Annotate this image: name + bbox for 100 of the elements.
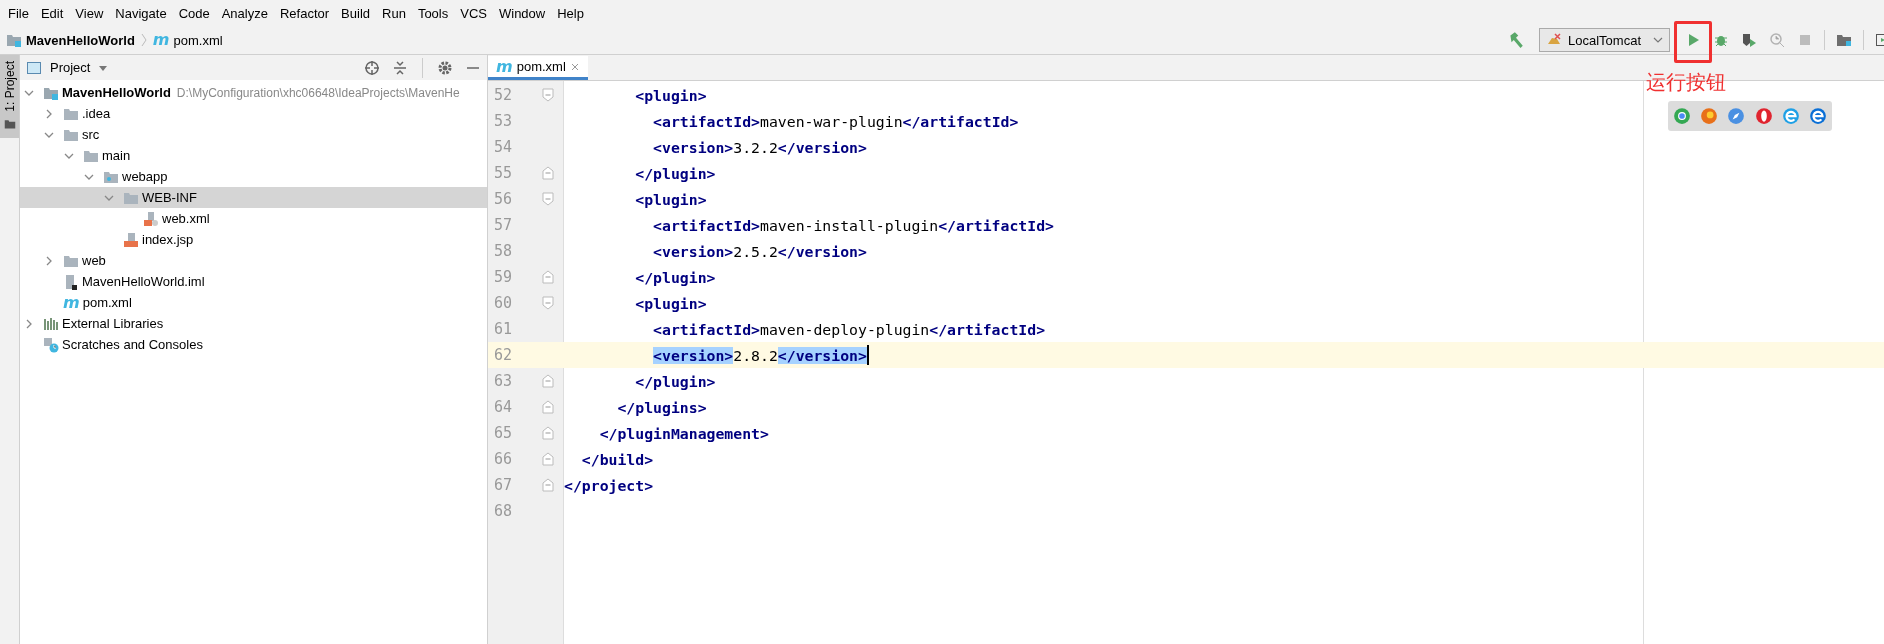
menu-item[interactable]: Run — [376, 5, 412, 21]
fold-marker-icon[interactable] — [542, 426, 554, 440]
firefox-icon[interactable] — [1700, 107, 1718, 125]
xml-tag: <version> — [653, 242, 734, 260]
ie-icon[interactable] — [1781, 107, 1800, 125]
fold-marker-icon[interactable] — [542, 88, 554, 102]
line-number: 60 — [493, 294, 514, 312]
xml-file-icon — [143, 210, 159, 227]
xml-tag: </plugin> — [635, 372, 716, 390]
xml-tag: <artifactId> — [653, 216, 760, 234]
file-icon — [63, 273, 79, 290]
tree-item[interactable]: .idea — [20, 103, 487, 124]
line-number: 65 — [493, 424, 514, 442]
xml-tag: <plugin> — [635, 294, 707, 312]
tree-item[interactable]: src — [20, 124, 487, 145]
folder-icon — [3, 117, 16, 130]
menu-item[interactable]: Edit — [34, 5, 70, 21]
tree-item[interactable]: main — [20, 145, 487, 166]
line-number: 53 — [493, 112, 514, 130]
caret-icon — [1653, 37, 1663, 43]
fold-marker-icon[interactable] — [542, 452, 554, 466]
module-folder-icon — [6, 32, 22, 48]
maven-file-icon: m — [152, 33, 170, 47]
edge-icon[interactable] — [1809, 107, 1828, 125]
menu-item[interactable]: Help — [551, 5, 590, 21]
fold-marker-icon[interactable] — [542, 166, 554, 180]
maven-file-icon: m — [63, 295, 80, 310]
project-view-icon — [26, 59, 42, 76]
line-number: 59 — [493, 268, 514, 286]
menu-item[interactable]: Tools — [411, 5, 455, 21]
xml-tag: </pluginManagement> — [599, 424, 769, 442]
xml-tag: </plugin> — [635, 268, 716, 286]
xml-tag: </version> — [777, 346, 867, 364]
menu-item[interactable]: VCS — [454, 5, 493, 21]
tree-item[interactable]: Scratches and Consoles — [20, 334, 487, 355]
compass-icon[interactable] — [1727, 107, 1746, 125]
collapse-all-icon[interactable] — [392, 59, 408, 76]
menu-item[interactable]: Refactor — [273, 5, 336, 21]
fold-marker-icon[interactable] — [542, 296, 554, 310]
editor-tab[interactable]: m pom.xml — [488, 56, 588, 80]
xml-tag: </project> — [564, 476, 654, 494]
menu-item[interactable]: View — [69, 5, 110, 21]
tree-item[interactable]: MavenHelloWorld D:\MyConfiguration\xhc06648\IdeaProjects\MavenHe — [20, 82, 487, 103]
tree-item[interactable]: web — [20, 250, 487, 271]
menu-item[interactable]: File — [2, 5, 35, 21]
project-tool-tab[interactable]: 1: Project — [0, 55, 19, 138]
line-number: 56 — [493, 190, 514, 208]
line-number: 58 — [493, 242, 514, 260]
xml-value: 2.5.2 — [733, 242, 778, 260]
hammer-icon[interactable] — [1507, 31, 1525, 49]
xml-value: maven-install-plugin — [760, 216, 939, 234]
fold-marker-icon[interactable] — [542, 374, 554, 388]
xml-tag: </artifactId> — [929, 320, 1046, 338]
line-number: 63 — [493, 372, 514, 390]
text-cursor — [866, 345, 869, 365]
tree-item[interactable]: webapp — [20, 166, 487, 187]
tree-item[interactable]: index.jsp — [20, 229, 487, 250]
xml-tag: </artifactId> — [902, 112, 1019, 130]
chrome-icon[interactable] — [1672, 107, 1691, 125]
menu-item[interactable]: Code — [172, 5, 216, 21]
path-text: D:\MyConfiguration\xhc06648\IdeaProjects\MavenHe — [176, 85, 460, 100]
menu-item[interactable]: Window — [492, 5, 552, 21]
fold-marker-icon[interactable] — [542, 478, 554, 492]
tree-item[interactable]: web.xml — [20, 208, 487, 229]
menu-item[interactable]: Analyze — [215, 5, 274, 21]
chevron-icon — [140, 33, 147, 47]
fold-marker-icon[interactable] — [542, 192, 554, 206]
xml-tag: <artifactId> — [653, 112, 760, 130]
close-icon[interactable] — [569, 61, 580, 72]
library-bars-icon — [43, 315, 59, 332]
opera-icon[interactable] — [1754, 107, 1773, 125]
tree-item[interactable]: MavenHelloWorld.iml — [20, 271, 487, 292]
chevron-icon[interactable] — [24, 318, 34, 329]
tree-item[interactable]: WEB-INF — [20, 187, 487, 208]
breadcrumb-item[interactable]: pom.xml — [173, 32, 223, 48]
target-icon[interactable] — [364, 59, 380, 76]
panel-title[interactable]: Project — [50, 60, 91, 75]
xml-value: 3.2.2 — [733, 138, 778, 156]
line-number: 54 — [493, 138, 514, 156]
chevron-icon[interactable] — [44, 255, 54, 266]
xml-value: 2.8.2 — [733, 346, 778, 364]
settings-icon[interactable] — [437, 59, 453, 76]
xml-value: maven-war-plugin — [760, 112, 903, 130]
caret-icon[interactable] — [98, 64, 109, 71]
chevron-icon[interactable] — [44, 108, 54, 119]
menu-item[interactable]: Navigate — [109, 5, 173, 21]
xml-tag: <version> — [653, 138, 734, 156]
run-config-dropdown[interactable]: LocalTomcat — [1539, 28, 1670, 52]
line-number: 52 — [493, 86, 514, 104]
annotation-label: 运行按钮 — [1646, 69, 1726, 96]
fold-marker-icon[interactable] — [542, 400, 554, 414]
menu-item[interactable]: Build — [335, 5, 376, 21]
xml-tag: <version> — [653, 346, 734, 364]
line-number: 64 — [493, 398, 514, 416]
xml-tag: <plugin> — [635, 190, 707, 208]
xml-tag: </version> — [777, 242, 867, 260]
tree-item[interactable]: m pom.xml — [20, 292, 487, 313]
tree-item[interactable]: External Libraries — [20, 313, 487, 334]
fold-marker-icon[interactable] — [542, 270, 554, 284]
breadcrumb-item[interactable]: MavenHelloWorld — [26, 32, 135, 48]
